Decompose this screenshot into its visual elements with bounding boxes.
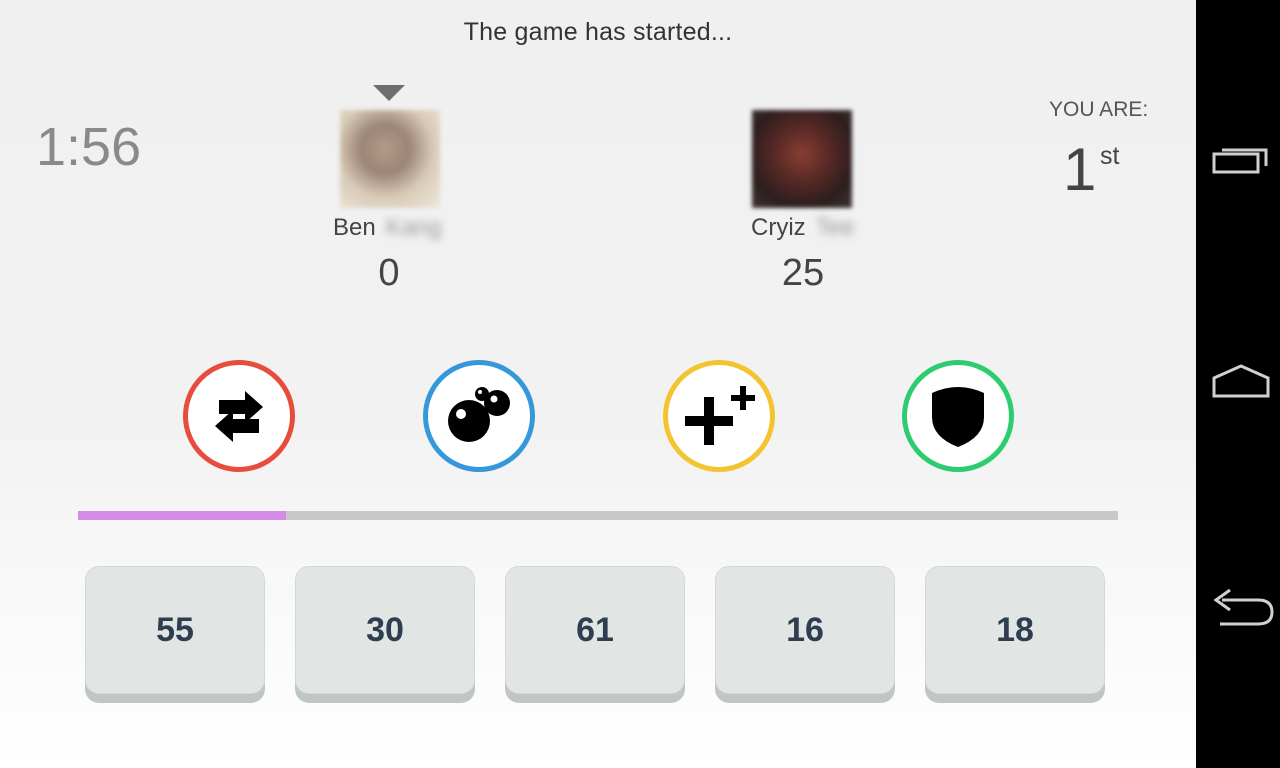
rank-label: YOU ARE:	[1049, 98, 1149, 121]
status-message: The game has started...	[463, 18, 733, 46]
player-first-name: Cryiz	[751, 214, 806, 241]
round-progress-bar	[78, 511, 1118, 520]
player-avatar-cryiz	[752, 110, 852, 208]
round-progress-fill	[78, 511, 286, 520]
turn-indicator-icon	[373, 85, 405, 101]
player-name-ben: Ben Kang	[333, 214, 442, 242]
back-icon[interactable]	[1210, 584, 1276, 630]
number-key[interactable]: 61	[505, 566, 685, 694]
powerup-swap-button[interactable]	[183, 360, 295, 472]
home-icon[interactable]	[1210, 362, 1272, 402]
number-key[interactable]: 16	[715, 566, 895, 694]
player-score-ben: 0	[378, 252, 400, 294]
plus-plus-icon	[685, 386, 755, 445]
player-last-name-blurred: Kang	[385, 214, 442, 241]
player-last-name-blurred: Tee	[815, 214, 855, 241]
player-first-name: Ben	[333, 214, 376, 241]
rank-suffix: st	[1100, 142, 1120, 170]
bubbles-icon	[448, 387, 510, 442]
number-key[interactable]: 30	[295, 566, 475, 694]
player-score-cryiz: 25	[781, 252, 825, 294]
rank-value: 1	[1063, 136, 1097, 203]
powerup-bomb-button[interactable]	[423, 360, 535, 472]
game-screen: The game has started... 1:56 Ben Kang 0 C…	[0, 0, 1196, 768]
countdown-timer: 1:56	[36, 117, 142, 177]
powerup-bonus-button[interactable]	[663, 360, 775, 472]
player-name-cryiz: Cryiz Tee	[751, 214, 854, 242]
number-key[interactable]: 18	[925, 566, 1105, 694]
number-key[interactable]: 55	[85, 566, 265, 694]
recent-apps-icon[interactable]	[1210, 140, 1272, 180]
shield-icon	[932, 387, 984, 447]
powerup-shield-button[interactable]	[902, 360, 1014, 472]
player-avatar-ben	[340, 110, 440, 208]
swap-arrows-icon	[215, 391, 263, 442]
